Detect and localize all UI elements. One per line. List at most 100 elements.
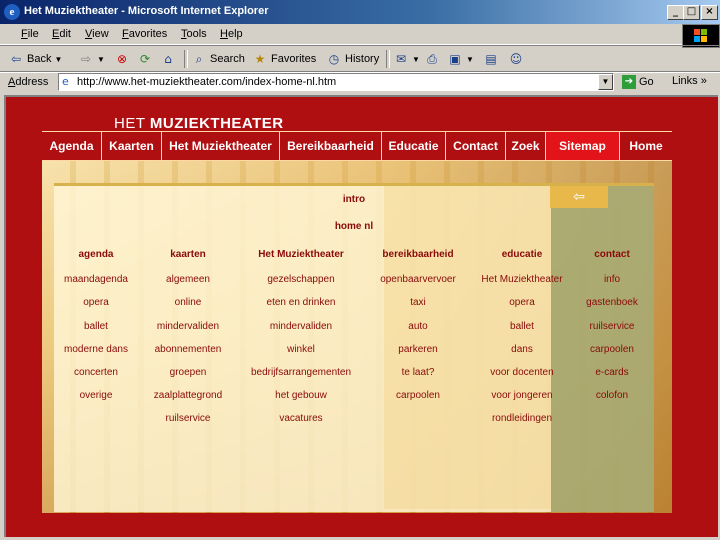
favorites-button[interactable]: ★ Favorites — [252, 49, 317, 69]
toolbar-separator — [184, 50, 188, 68]
history-button[interactable]: ◷ History — [326, 49, 379, 69]
messenger-button[interactable]: ☺ — [508, 49, 524, 69]
toolbar-separator — [386, 50, 390, 68]
standard-toolbar: ⇦ Back ▼ ⇨ ▼ ⊗ ⟳ ⌂ ⌕ Search ★ Favorites … — [0, 45, 720, 73]
mail-icon: ✉ — [395, 52, 407, 66]
nav-agenda[interactable]: Agenda — [42, 132, 102, 160]
sitemap-link[interactable]: mindervaliden — [128, 321, 248, 332]
nav-educatie[interactable]: Educatie — [382, 132, 446, 160]
nav-contact[interactable]: Contact — [446, 132, 506, 160]
print-button[interactable]: ⎙ — [424, 49, 440, 69]
title-bar: e Het Muziektheater - Microsoft Internet… — [0, 0, 720, 24]
sitemap-link[interactable]: eten en drinken — [241, 297, 361, 308]
address-bar: Address e ▼ ➔ Go Links » — [0, 71, 720, 94]
close-button[interactable]: × — [701, 5, 718, 20]
go-arrow-icon: ➔ — [622, 75, 636, 89]
back-button[interactable]: ⇦ Back ▼ — [8, 49, 62, 69]
sitemap-link[interactable]: openbaarvervoer — [358, 274, 478, 285]
sitemap-link[interactable]: carpoolen — [552, 344, 672, 355]
mail-button[interactable]: ✉ ▼ — [393, 49, 420, 69]
nav-kaarten[interactable]: Kaarten — [102, 132, 162, 160]
site-logo[interactable]: HET MUZIEKTHEATER — [114, 115, 284, 132]
sitemap-link[interactable]: carpoolen — [358, 390, 478, 401]
sitemap-link[interactable]: e-cards — [552, 367, 672, 378]
page-viewport: HET MUZIEKTHEATER Agenda Kaarten Het Muz… — [4, 95, 718, 537]
sitemap-link[interactable]: te laat? — [358, 367, 478, 378]
sitemap-link[interactable]: ruilservice — [128, 413, 248, 424]
home-button[interactable]: ⌂ — [160, 49, 176, 69]
sitemap-column-header[interactable]: contact — [557, 249, 667, 260]
sitemap-link[interactable]: taxi — [358, 297, 478, 308]
print-icon: ⎙ — [427, 51, 437, 66]
favorites-star-icon: ★ — [254, 52, 266, 66]
sitemap-link[interactable]: gezelschappen — [241, 274, 361, 285]
sitemap-link[interactable]: algemeen — [128, 274, 248, 285]
sitemap-link[interactable]: rondleidingen — [462, 413, 582, 424]
menu-bar: File Edit View Favorites Tools Help — [0, 24, 720, 45]
menu-file[interactable]: File — [21, 28, 39, 40]
back-arrow-icon: ⇦ — [10, 52, 22, 66]
stop-button[interactable]: ⊗ — [114, 49, 130, 69]
sitemap-column-header[interactable]: Het Muziektheater — [246, 249, 356, 260]
chevron-down-icon: ▼ — [97, 54, 105, 64]
search-icon: ⌕ — [195, 51, 203, 66]
search-button[interactable]: ⌕ Search — [191, 49, 245, 69]
home-icon: ⌂ — [164, 52, 172, 66]
sitemap-link[interactable]: info — [552, 274, 672, 285]
address-field[interactable]: e ▼ — [58, 73, 614, 91]
chevron-down-icon: ▼ — [54, 54, 63, 64]
sitemap-link[interactable]: gastenboek — [552, 297, 672, 308]
chevron-down-icon: ▼ — [412, 54, 420, 64]
menu-edit[interactable]: Edit — [52, 28, 71, 40]
sitemap-link[interactable]: vacatures — [241, 413, 361, 424]
address-dropdown-button[interactable]: ▼ — [598, 74, 613, 90]
sitemap-link[interactable]: het gebouw — [241, 390, 361, 401]
maximize-button[interactable]: □ — [683, 5, 700, 20]
stop-icon: ⊗ — [116, 52, 128, 66]
nav-sitemap[interactable]: Sitemap — [546, 132, 620, 160]
forward-arrow-icon: ⇨ — [80, 52, 92, 66]
sitemap-link[interactable]: bedrijfsarrangementen — [241, 367, 361, 378]
links-button[interactable]: Links » — [672, 75, 707, 87]
menu-tools[interactable]: Tools — [181, 28, 207, 40]
sitemap-link[interactable]: abonnementen — [128, 344, 248, 355]
sitemap-link[interactable]: parkeren — [358, 344, 478, 355]
address-label: Address — [8, 76, 49, 88]
edit-button[interactable]: ▣ ▼ — [447, 49, 474, 69]
refresh-button[interactable]: ⟳ — [137, 49, 153, 69]
sitemap-column-header[interactable]: kaarten — [133, 249, 243, 260]
nav-bereikbaarheid[interactable]: Bereikbaarheid — [280, 132, 382, 160]
page-icon: e — [62, 75, 69, 88]
edit-page-icon: ▣ — [449, 52, 461, 66]
sitemap-home-link[interactable]: home nl — [54, 221, 654, 232]
forward-button[interactable]: ⇨ ▼ — [78, 49, 105, 69]
sitemap-link[interactable]: groepen — [128, 367, 248, 378]
sitemap-link[interactable]: mindervaliden — [241, 321, 361, 332]
sitemap-link[interactable]: zaalplattegrond — [128, 390, 248, 401]
refresh-icon: ⟳ — [139, 52, 151, 66]
nav-zoek[interactable]: Zoek — [506, 132, 546, 160]
sitemap-column-header[interactable]: bereikbaarheid — [363, 249, 473, 260]
messenger-icon: ☺ — [509, 52, 523, 66]
menu-view[interactable]: View — [85, 28, 109, 40]
chevron-down-icon: ▼ — [466, 54, 474, 64]
sitemap-link[interactable]: winkel — [241, 344, 361, 355]
discuss-icon: ▤ — [485, 52, 497, 66]
sitemap-link[interactable]: colofon — [552, 390, 672, 401]
main-navigation: Agenda Kaarten Het Muziektheater Bereikb… — [42, 131, 672, 161]
discuss-button[interactable]: ▤ — [483, 49, 499, 69]
nav-het-muziektheater[interactable]: Het Muziektheater — [162, 132, 280, 160]
menu-help[interactable]: Help — [220, 28, 243, 40]
go-button[interactable]: ➔ Go — [622, 75, 654, 89]
window-title: Het Muziektheater - Microsoft Internet E… — [24, 5, 269, 17]
chevron-right-icon: » — [700, 75, 707, 87]
sitemap-link[interactable]: auto — [358, 321, 478, 332]
ie-logo-icon: e — [4, 4, 20, 20]
sitemap-link[interactable]: ruilservice — [552, 321, 672, 332]
url-input[interactable] — [77, 75, 587, 89]
sitemap-link[interactable]: online — [128, 297, 248, 308]
menu-favorites[interactable]: Favorites — [122, 28, 167, 40]
nav-home[interactable]: Home — [620, 132, 672, 160]
minimize-button[interactable]: _ — [667, 5, 684, 20]
sitemap-intro-link[interactable]: intro — [54, 194, 654, 205]
